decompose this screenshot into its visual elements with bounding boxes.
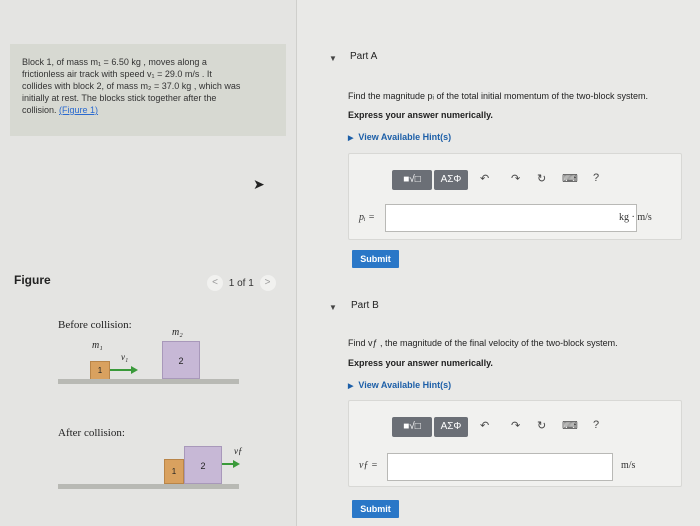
redo-icon[interactable]: ↷ <box>511 419 520 432</box>
velocity-arrow <box>110 369 132 371</box>
air-track-before <box>58 379 239 384</box>
problem-statement: Block 1, of mass m₁ = 6.50 kg , moves al… <box>10 44 286 136</box>
figure-pager: < 1 of 1 > <box>207 275 276 291</box>
collapse-caret-icon[interactable]: ▼ <box>329 54 337 63</box>
after-collision-label: After collision: <box>58 427 125 439</box>
part-a-instruction: Express your answer numerically. <box>348 110 493 120</box>
pi-label: pᵢ = <box>359 212 375 223</box>
prev-figure-button[interactable]: < <box>207 275 223 291</box>
part-b-submit-button[interactable]: Submit <box>352 500 399 518</box>
before-collision-label: Before collision: <box>58 319 132 331</box>
block-1: 1 <box>90 361 110 380</box>
vf-label: vƒ <box>234 446 243 456</box>
part-b-hints-link[interactable]: ▶ View Available Hint(s) <box>348 380 451 390</box>
pi-unit: kg · m/s <box>619 212 652 223</box>
reset-icon[interactable]: ↻ <box>537 419 546 432</box>
part-b-title[interactable]: Part B <box>351 300 379 311</box>
problem-line: frictionless air track with speed v₁ = 2… <box>22 69 212 79</box>
redo-icon[interactable]: ↷ <box>511 172 520 185</box>
keyboard-icon[interactable]: ⌨ <box>562 419 578 432</box>
vf-answer-input[interactable] <box>387 453 613 481</box>
templates-button[interactable]: ■√□ <box>392 170 432 190</box>
greek-symbols-button[interactable]: AΣΦ <box>434 417 468 437</box>
problem-text: collision. <box>22 105 60 115</box>
part-b-instruction: Express your answer numerically. <box>348 358 493 368</box>
next-figure-button[interactable]: > <box>259 275 276 291</box>
help-icon[interactable]: ? <box>593 172 599 184</box>
pi-answer-input[interactable] <box>385 204 637 232</box>
undo-icon[interactable]: ↶ <box>480 172 489 185</box>
pager-text: 1 of 1 <box>228 277 254 289</box>
reset-icon[interactable]: ↻ <box>537 172 546 185</box>
block-2-after: 2 <box>184 446 222 484</box>
hint-arrow-icon: ▶ <box>348 383 354 390</box>
problem-line: collides with block 2, of mass m₂ = 37.0… <box>22 81 241 91</box>
part-a-submit-button[interactable]: Submit <box>352 250 399 268</box>
part-b-answer-panel: ■√□ AΣΦ ↶ ↷ ↻ ⌨ ? vƒ = m/s <box>348 400 682 487</box>
part-a-title[interactable]: Part A <box>350 51 377 62</box>
figure-title: Figure <box>14 273 51 287</box>
block-1-after: 1 <box>164 459 184 484</box>
collapse-caret-icon[interactable]: ▼ <box>329 303 337 312</box>
greek-symbols-button[interactable]: AΣΦ <box>434 170 468 190</box>
hint-label: View Available Hint(s) <box>358 132 452 142</box>
problem-line: Block 1, of mass m₁ = 6.50 kg , moves al… <box>22 57 207 67</box>
v1-label: v₁ <box>121 352 129 362</box>
vf-unit: m/s <box>621 460 636 471</box>
keyboard-icon[interactable]: ⌨ <box>562 172 578 185</box>
air-track-after <box>58 484 239 489</box>
templates-button[interactable]: ■√□ <box>392 417 432 437</box>
figure-link[interactable]: (Figure 1) <box>59 105 98 115</box>
problem-line: collision. (Figure 1) <box>22 104 276 116</box>
mouse-cursor-icon: ➤ <box>253 176 265 192</box>
arrow-head-icon <box>233 460 240 468</box>
hint-label: View Available Hint(s) <box>358 380 452 390</box>
m2-label: m₂ <box>172 327 183 338</box>
hint-arrow-icon: ▶ <box>348 135 354 142</box>
block-2: 2 <box>162 341 200 379</box>
m1-label: m₁ <box>92 340 103 351</box>
part-a-question: Find the magnitude pᵢ of the total initi… <box>348 91 649 101</box>
part-b-question: Find vƒ , the magnitude of the final vel… <box>348 338 618 348</box>
part-a-hints-link[interactable]: ▶ View Available Hint(s) <box>348 132 451 142</box>
help-icon[interactable]: ? <box>593 419 599 431</box>
arrow-head-icon <box>131 366 138 374</box>
part-a-answer-panel: ■√□ AΣΦ ↶ ↷ ↻ ⌨ ? pᵢ = kg · m/s <box>348 153 682 240</box>
undo-icon[interactable]: ↶ <box>480 419 489 432</box>
vf-input-label: vƒ = <box>359 460 378 471</box>
column-divider <box>296 0 297 526</box>
problem-line: initially at rest. The blocks stick toge… <box>22 93 217 103</box>
